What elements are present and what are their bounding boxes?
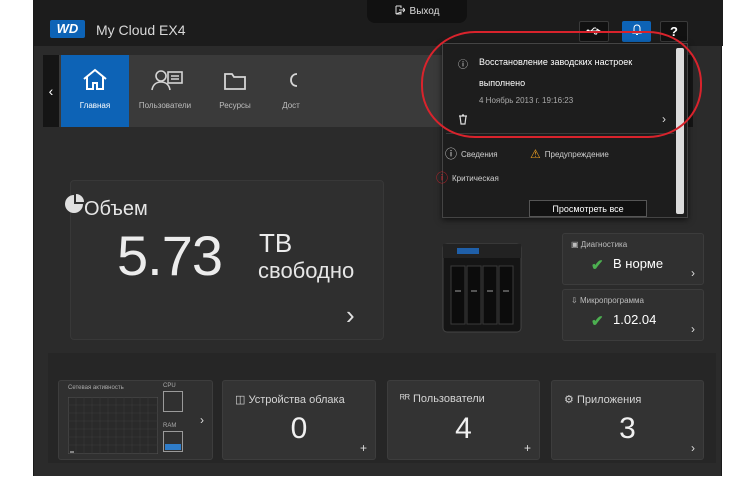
network-activity-label: Сетевая активность bbox=[68, 385, 124, 391]
users-icon bbox=[150, 67, 183, 93]
devices-icon: ◫ bbox=[235, 394, 246, 406]
cloud-devices-label: ◫ Устройства облака bbox=[235, 394, 345, 406]
ram-label: RAM bbox=[163, 423, 177, 429]
pie-chart-icon bbox=[64, 194, 84, 219]
firmware-version: 1.02.04 bbox=[613, 312, 657, 327]
info-icon: ⓘ bbox=[445, 147, 458, 161]
diagnostics-value: В норме bbox=[613, 256, 664, 271]
firmware-card[interactable]: ⇩ Микропрограмма ✔ 1.02.04 › bbox=[562, 289, 704, 341]
ram-meter bbox=[163, 431, 183, 452]
filter-info[interactable]: ⓘ Сведения bbox=[445, 148, 498, 160]
app-window: WD My Cloud EX4 Выход ? ‹ Главная Пользо… bbox=[33, 0, 723, 476]
add-cloud-device-button[interactable]: + bbox=[360, 441, 367, 455]
network-activity-graph bbox=[68, 397, 158, 454]
check-icon: ✔ bbox=[591, 313, 604, 330]
filter-warning[interactable]: ⚠ Предупреждение bbox=[530, 148, 609, 160]
logout-label: Выход bbox=[409, 6, 440, 17]
apps-tile[interactable]: ⚙ Приложения 3 › bbox=[551, 380, 704, 460]
home-icon bbox=[80, 67, 110, 93]
nav-item-cloud-access[interactable]: Дост bbox=[271, 55, 311, 127]
nav-prev-button[interactable]: ‹ bbox=[43, 55, 59, 127]
nav-item-label: Дост bbox=[282, 101, 300, 110]
users-tile[interactable]: ᴿᴿ Пользователи 4 + bbox=[387, 380, 540, 460]
logout-button[interactable]: Выход bbox=[367, 0, 467, 23]
apps-arrow[interactable]: › bbox=[691, 441, 695, 455]
nav-item-users[interactable]: Пользователи bbox=[131, 55, 199, 127]
folder-icon bbox=[220, 67, 250, 93]
users-tile-label: ᴿᴿ Пользователи bbox=[400, 393, 485, 405]
nav-item-label: Главная bbox=[79, 101, 111, 110]
cloud-access-icon bbox=[285, 67, 311, 93]
users-count: 4 bbox=[455, 412, 472, 445]
camera-icon: ▣ bbox=[571, 240, 579, 249]
apps-icon: ⚙ bbox=[564, 394, 574, 406]
diagnostics-label: ▣ Диагностика bbox=[571, 240, 628, 249]
warning-icon: ⚠ bbox=[530, 147, 541, 161]
cloud-devices-count: 0 bbox=[290, 412, 308, 445]
nav-item-label: Ресурсы bbox=[219, 101, 251, 110]
storage-free-label: свободно bbox=[258, 258, 355, 283]
diagnostics-card[interactable]: ▣ Диагностика ✔ В норме › bbox=[562, 233, 704, 285]
add-user-button[interactable]: + bbox=[524, 441, 531, 455]
cpu-label: CPU bbox=[163, 383, 176, 389]
nav-item-home[interactable]: Главная bbox=[61, 55, 129, 127]
cpu-meter bbox=[163, 391, 183, 412]
logout-icon bbox=[395, 5, 406, 18]
apps-tile-label: ⚙ Приложения bbox=[564, 394, 642, 406]
cloud-devices-tile[interactable]: ◫ Устройства облака 0 + bbox=[222, 380, 376, 460]
firmware-label: ⇩ Микропрограмма bbox=[571, 296, 644, 305]
ram-meter-fill bbox=[165, 444, 181, 450]
storage-unit: ТВ bbox=[259, 228, 293, 258]
download-icon: ⇩ bbox=[571, 296, 578, 305]
device-image bbox=[437, 236, 527, 341]
chevron-right-icon: › bbox=[691, 266, 695, 280]
highlight-ring bbox=[421, 31, 702, 138]
apps-count: 3 bbox=[619, 412, 636, 445]
wd-logo: WD bbox=[50, 20, 85, 38]
users-icon: ᴿᴿ bbox=[400, 393, 410, 405]
check-icon: ✔ bbox=[591, 257, 604, 274]
nav-item-shares[interactable]: Ресурсы bbox=[201, 55, 269, 127]
storage-title: Объем bbox=[84, 198, 148, 220]
filter-critical[interactable]: ⓘ Критическая bbox=[436, 172, 499, 184]
app-title: My Cloud EX4 bbox=[96, 22, 186, 38]
chevron-right-icon: › bbox=[691, 322, 695, 336]
critical-icon: ⓘ bbox=[436, 171, 449, 185]
storage-free-value: 5.73 bbox=[117, 224, 223, 287]
nav-item-label: Пользователи bbox=[138, 101, 192, 110]
chevron-right-icon[interactable]: › bbox=[200, 413, 204, 427]
storage-details-arrow[interactable]: › bbox=[346, 300, 355, 331]
view-all-button[interactable]: Просмотреть все bbox=[529, 200, 647, 217]
